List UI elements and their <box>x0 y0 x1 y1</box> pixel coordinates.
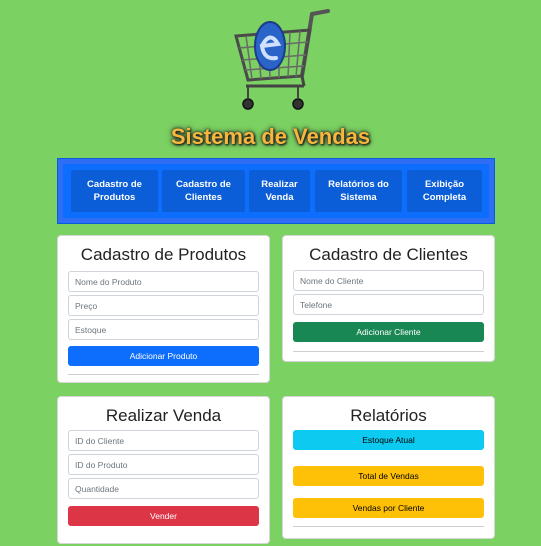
divider <box>293 526 484 527</box>
divider <box>68 374 259 375</box>
venda-heading: Realizar Venda <box>105 406 222 425</box>
add-produto-button[interactable]: Adicionar Produto <box>68 346 259 366</box>
nav-exibicao-completa-button[interactable]: Exibição Completa <box>407 170 482 212</box>
total-vendas-button[interactable]: Total de Vendas <box>293 466 484 486</box>
vender-button[interactable]: Vender <box>68 506 259 526</box>
venda-produto-id-input[interactable] <box>68 454 259 475</box>
estoque-atual-button[interactable]: Estoque Atual <box>293 430 484 450</box>
nav-realizar-venda-button[interactable]: Realizar Venda <box>249 170 310 212</box>
vendas-por-cliente-button[interactable]: Vendas por Cliente <box>293 498 484 518</box>
cliente-nome-input[interactable] <box>293 270 484 291</box>
cart-logo-icon <box>232 6 332 116</box>
nav-cadastro-produtos-button[interactable]: Cadastro de Produtos <box>71 170 158 212</box>
clientes-heading: Cadastro de Clientes <box>309 245 468 264</box>
relatorios-heading: Relatórios <box>350 406 427 425</box>
nav-relatorios-button[interactable]: Relatórios do Sistema <box>315 170 402 212</box>
produto-preco-input[interactable] <box>68 295 259 316</box>
nav-cadastro-clientes-button[interactable]: Cadastro de Clientes <box>162 170 245 212</box>
venda-cliente-id-input[interactable] <box>68 430 259 451</box>
nav-inner: Cadastro de Produtos Cadastro de Cliente… <box>63 164 489 218</box>
add-cliente-button[interactable]: Adicionar Cliente <box>293 322 484 342</box>
venda-quantidade-input[interactable] <box>68 478 259 499</box>
venda-card: Realizar Venda Vender <box>57 396 270 544</box>
cliente-telefone-input[interactable] <box>293 294 484 315</box>
produtos-card: Cadastro de Produtos Adicionar Produto <box>57 235 270 383</box>
produto-nome-input[interactable] <box>68 271 259 292</box>
app-title: Sistema de Vendas <box>170 124 371 149</box>
divider <box>293 351 484 352</box>
produto-estoque-input[interactable] <box>68 319 259 340</box>
relatorios-card: Relatórios Estoque Atual Total de Vendas… <box>282 396 495 539</box>
main-nav: Cadastro de Produtos Cadastro de Cliente… <box>57 158 495 224</box>
produtos-heading: Cadastro de Produtos <box>80 245 247 264</box>
clientes-card: Cadastro de Clientes Adicionar Cliente <box>282 235 495 362</box>
